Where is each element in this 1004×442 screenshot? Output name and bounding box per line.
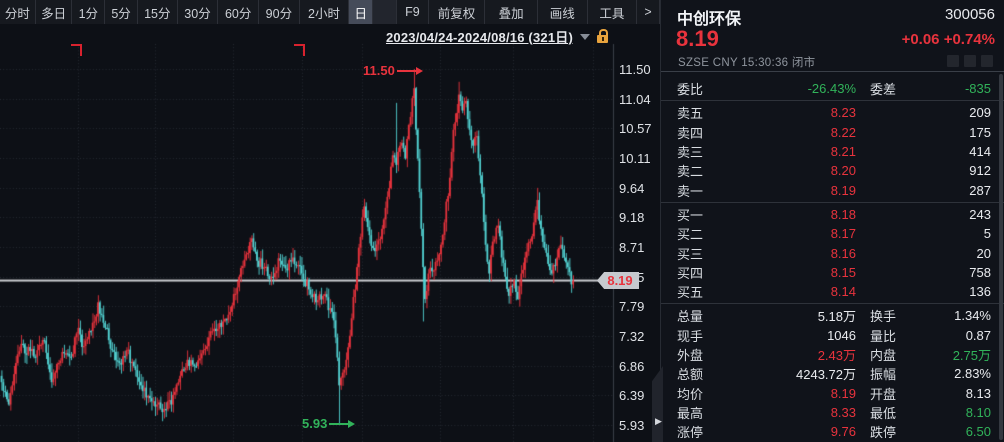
ask-row-5[interactable]: 卖五8.23209: [661, 103, 1004, 122]
tab-15min[interactable]: 15分: [138, 0, 178, 24]
stat-row-limit: 涨停9.76跌停6.50: [661, 422, 1004, 441]
change-value: +0.06: [902, 31, 940, 48]
tab-multi-day[interactable]: 多日: [36, 0, 73, 24]
date-range-label[interactable]: 2023/04/24-2024/08/16 (321日): [386, 27, 573, 46]
arrow-right-icon: [397, 70, 417, 72]
bid-row-5[interactable]: 买五8.14136: [661, 282, 1004, 301]
button-forward-adjust[interactable]: 前复权: [429, 0, 486, 24]
y-axis-tick: 6.39: [619, 388, 657, 403]
y-axis-tick: 9.64: [619, 181, 657, 196]
tab-blank[interactable]: [373, 0, 397, 24]
lock-icon[interactable]: [597, 29, 608, 43]
stat-row-current-hand: 现手1046量比0.87: [661, 326, 1004, 345]
change-percent: +0.74%: [944, 31, 995, 48]
button-tools[interactable]: 工具: [588, 0, 638, 24]
quote-panel-header: 中创环保 300056 8.19 +0.06 +0.74% SZSE CNY 1…: [661, 0, 1004, 72]
panel-scrollbar[interactable]: [999, 74, 1003, 440]
candlestick-canvas[interactable]: [0, 0, 660, 442]
ask-row-3[interactable]: 卖三8.21414: [661, 142, 1004, 161]
current-price-tag: 8.19: [597, 272, 639, 289]
stat-row-weibi: 委比-26.43%委差-835: [661, 79, 1004, 98]
button-overlay[interactable]: 叠加: [485, 0, 538, 24]
ex-dividend-marker: [71, 44, 82, 56]
stat-row-high-low: 最高8.33最低8.10: [661, 403, 1004, 422]
tab-30min[interactable]: 30分: [178, 0, 219, 24]
stat-row-volume: 总量5.18万换手1.34%: [661, 306, 1004, 325]
y-axis-tick: 7.79: [619, 299, 657, 314]
bid-row-3[interactable]: 买三8.1620: [661, 243, 1004, 262]
divider: [661, 202, 1004, 203]
y-axis-tick: 11.50: [619, 62, 657, 77]
button-draw-line[interactable]: 画线: [538, 0, 588, 24]
stat-row-turnover: 总额4243.72万振幅2.83%: [661, 364, 1004, 383]
button-f9[interactable]: F9: [397, 0, 429, 24]
high-annotation: 11.50: [363, 63, 417, 78]
bid-row-4[interactable]: 买四8.15758: [661, 263, 1004, 282]
button-toolbar-more[interactable]: >: [637, 0, 660, 24]
price-change: +0.06 +0.74%: [902, 31, 995, 48]
quote-view-button-3[interactable]: [981, 55, 993, 67]
stock-code: 300056: [945, 6, 995, 23]
chevron-down-icon[interactable]: [580, 34, 590, 40]
arrow-right-icon: [329, 423, 349, 425]
stat-row-avg-open: 均价8.19开盘8.13: [661, 383, 1004, 402]
y-axis-tick: 11.04: [619, 92, 657, 107]
divider: [661, 303, 1004, 304]
exchange-status: SZSE CNY 15:30:36 闭市: [678, 54, 815, 70]
divider: [661, 100, 1004, 101]
low-annotation: 5.93: [302, 416, 349, 431]
order-book: 委比-26.43%委差-835 卖五8.23209卖四8.22175卖三8.214…: [661, 72, 1004, 441]
y-axis-tick: 10.57: [619, 121, 657, 136]
period-toolbar: 分时多日1分5分15分30分60分90分2小时日 F9前复权叠加画线工具>: [0, 0, 660, 24]
collapse-arrow-icon[interactable]: ▶: [655, 416, 662, 427]
y-axis-tick: 5.93: [619, 418, 657, 433]
ex-dividend-marker: [294, 44, 305, 56]
tab-daily[interactable]: 日: [349, 0, 373, 24]
y-axis-tick: 7.32: [619, 329, 657, 344]
tab-2hour[interactable]: 2小时: [300, 0, 350, 24]
tab-5min[interactable]: 5分: [105, 0, 138, 24]
y-axis-tick: 8.71: [619, 240, 657, 255]
quote-panel: 中创环保 300056 8.19 +0.06 +0.74% SZSE CNY 1…: [660, 0, 1004, 442]
last-price: 8.19: [676, 26, 719, 52]
kline-chart-area: 分时多日1分5分15分30分60分90分2小时日 F9前复权叠加画线工具> 202…: [0, 0, 660, 442]
tab-90min[interactable]: 90分: [259, 0, 300, 24]
quote-view-button-2[interactable]: [964, 55, 976, 67]
bid-row-1[interactable]: 买一8.18243: [661, 205, 1004, 224]
quote-view-button-1[interactable]: [947, 55, 959, 67]
low-annotation-label: 5.93: [302, 416, 327, 431]
stat-row-outer-inner: 外盘2.43万内盘2.75万: [661, 345, 1004, 364]
high-annotation-label: 11.50: [363, 63, 395, 78]
ask-row-4[interactable]: 卖四8.22175: [661, 123, 1004, 142]
header-buttons: [947, 55, 993, 67]
bid-row-2[interactable]: 买二8.175: [661, 224, 1004, 243]
y-axis-tick: 10.11: [619, 151, 657, 166]
tab-60min[interactable]: 60分: [218, 0, 259, 24]
y-axis-tick: 9.18: [619, 210, 657, 225]
date-range-control[interactable]: 2023/04/24-2024/08/16 (321日): [386, 26, 608, 46]
ask-row-2[interactable]: 卖二8.20912: [661, 161, 1004, 180]
tab-minute-line[interactable]: 分时: [0, 0, 36, 24]
y-axis-tick: 6.86: [619, 359, 657, 374]
ask-row-1[interactable]: 卖一8.19287: [661, 180, 1004, 199]
stock-app-window: 分时多日1分5分15分30分60分90分2小时日 F9前复权叠加画线工具> 202…: [0, 0, 1004, 442]
tab-1min[interactable]: 1分: [72, 0, 105, 24]
